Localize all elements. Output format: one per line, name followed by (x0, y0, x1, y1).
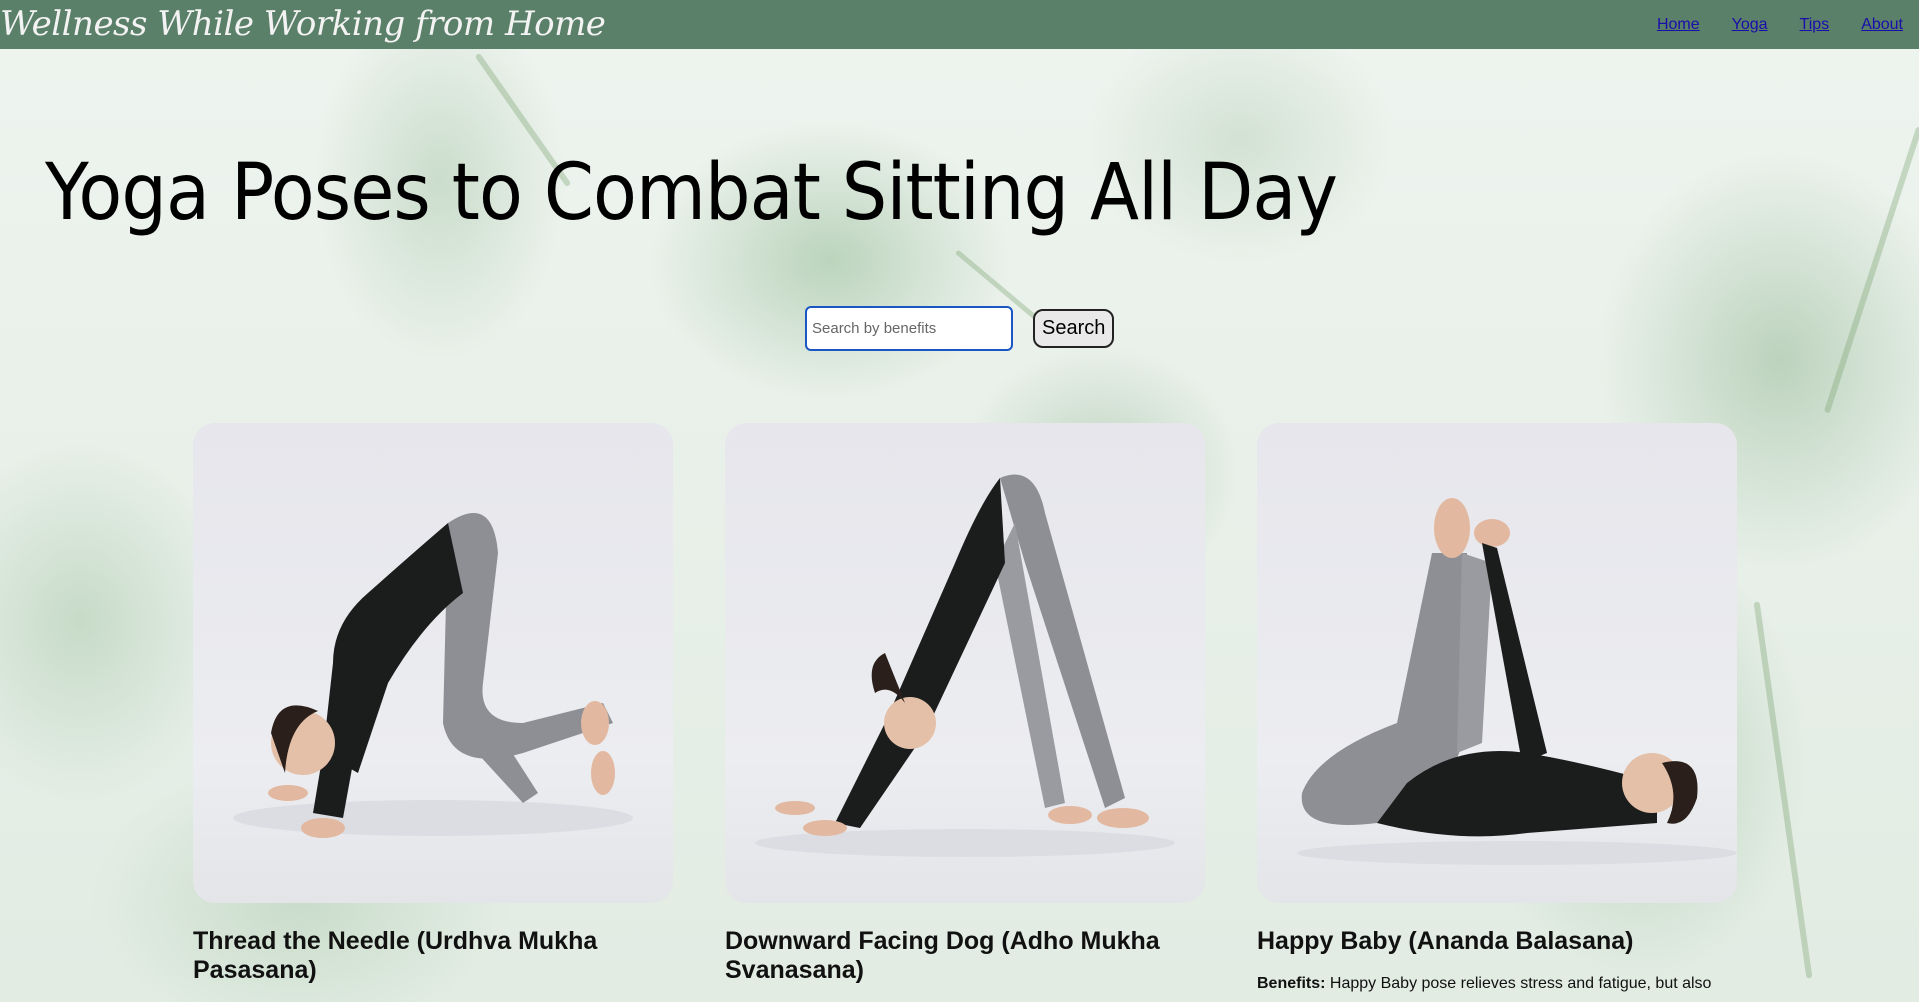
search-bar: Search (805, 306, 1115, 351)
thread-the-needle-pose-photo (193, 423, 673, 903)
pose-card-title: Thread the Needle (Urdhva Mukha Pasasana… (193, 927, 598, 984)
pose-card: Happy Baby (Ananda Balasana) Benefits: H… (1257, 423, 1737, 994)
benefits-text: Happy Baby pose relieves stress and fati… (1325, 975, 1712, 992)
pose-card-title: Happy Baby (Ananda Balasana) (1257, 927, 1634, 955)
pose-card-benefits: Benefits: Happy Baby pose relieves stres… (1257, 974, 1737, 994)
thread-the-needle-figure (233, 513, 633, 838)
nav-tips-link[interactable]: Tips (1800, 16, 1830, 34)
nav-about-link[interactable]: About (1861, 16, 1903, 34)
leaf-stem (1753, 601, 1813, 979)
search-button[interactable]: Search (1033, 309, 1115, 348)
happy-baby-pose-photo (1257, 423, 1737, 903)
search-input[interactable] (805, 306, 1013, 351)
main-nav: Home Yoga Tips About (1657, 16, 1919, 34)
leaf-stem (1823, 126, 1919, 414)
pose-card: Downward Facing Dog (Adho Mukha Svanasan… (725, 423, 1205, 994)
benefits-label: Benefits: (1257, 975, 1326, 992)
site-header: Wellness While Working from Home Home Yo… (0, 0, 1919, 49)
pose-card-list: Thread the Needle (Urdhva Mukha Pasasana… (193, 423, 1737, 994)
pose-card-title: Downward Facing Dog (Adho Mukha Svanasan… (725, 927, 1160, 984)
pose-card: Thread the Needle (Urdhva Mukha Pasasana… (193, 423, 673, 994)
downward-dog-pose-photo (725, 423, 1205, 903)
site-title: Wellness While Working from Home (0, 4, 606, 44)
nav-yoga-link[interactable]: Yoga (1732, 16, 1768, 34)
happy-baby-figure (1297, 498, 1737, 865)
page-title: Yoga Poses to Combat Sitting All Day (45, 148, 1338, 238)
nav-home-link[interactable]: Home (1657, 16, 1700, 34)
downward-dog-figure (755, 474, 1175, 857)
